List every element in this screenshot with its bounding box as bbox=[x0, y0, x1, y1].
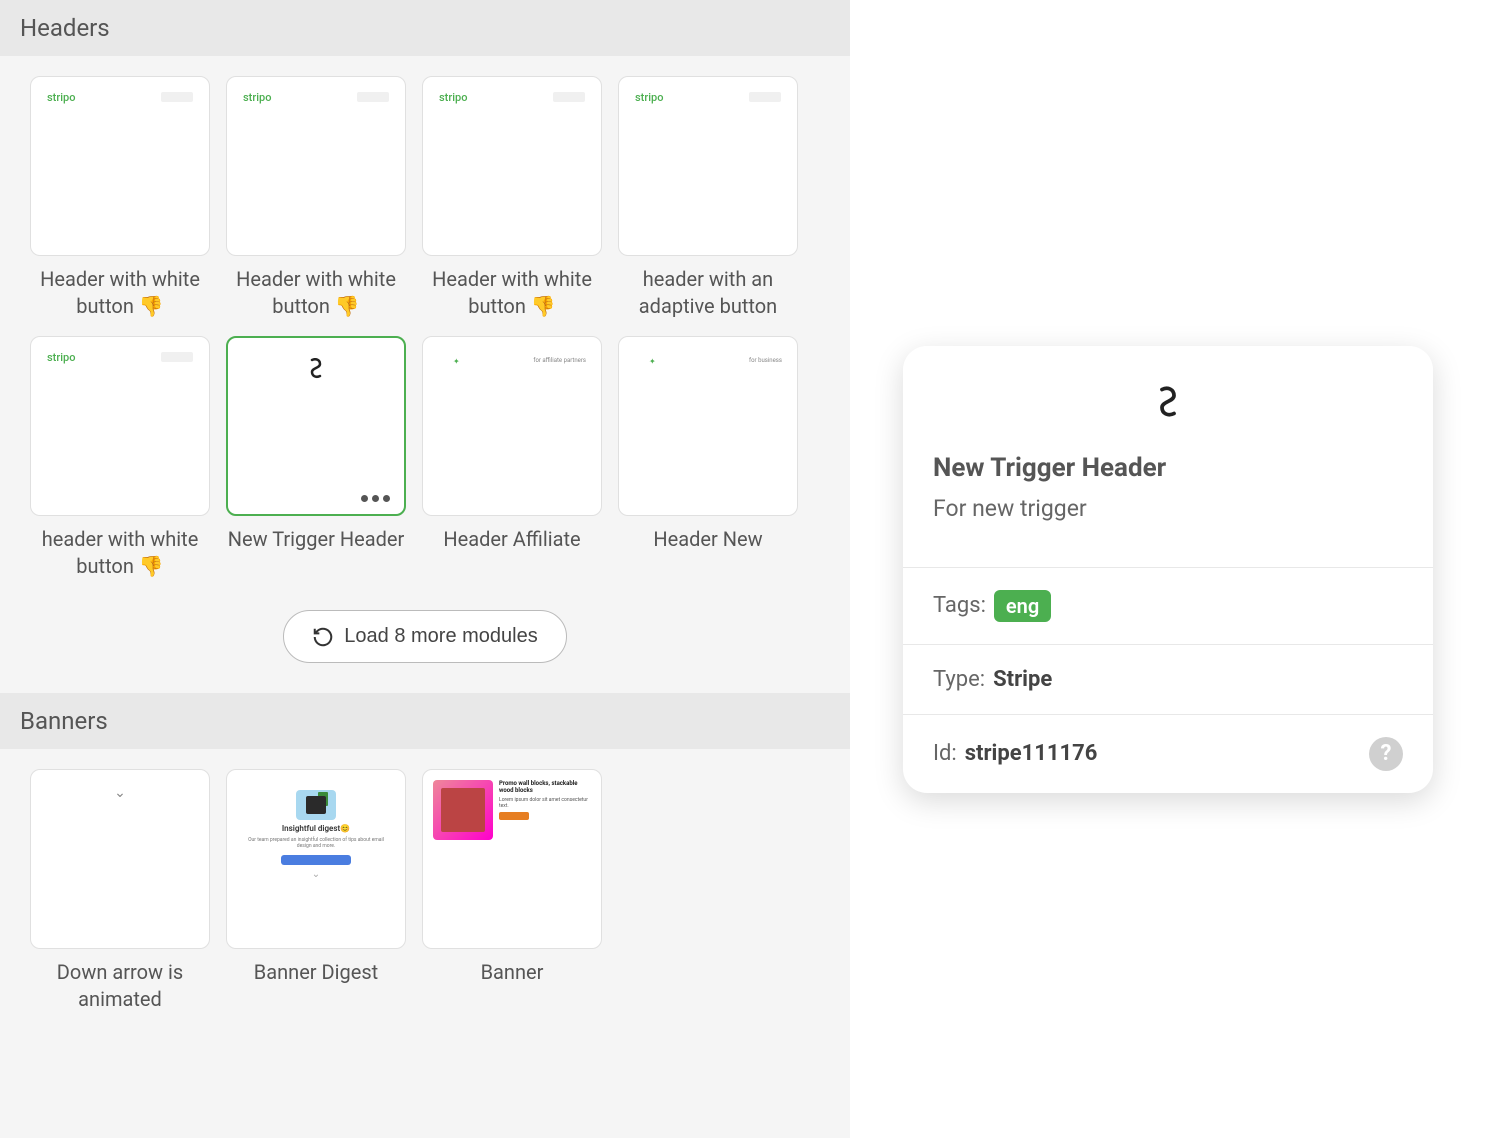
module-thumbnail[interactable]: ✦ for affiliate partners bbox=[422, 336, 602, 516]
module-thumbnail[interactable]: stripo bbox=[30, 336, 210, 516]
banners-grid: ⌄ Down arrow is animated Insightful dige… bbox=[0, 749, 850, 1033]
details-panel: New Trigger Header For new trigger Tags:… bbox=[850, 0, 1486, 1138]
digest-text: Our team prepared an insightful collecti… bbox=[239, 837, 393, 849]
module-thumbnail[interactable]: stripo bbox=[226, 76, 406, 256]
details-title: New Trigger Header bbox=[933, 453, 1403, 483]
module-card: Insightful digest😊 Our team prepared an … bbox=[226, 769, 406, 1013]
banners-section-title: Banners bbox=[0, 693, 850, 749]
module-card: stripo header with an adaptive button bbox=[618, 76, 798, 320]
details-description: For new trigger bbox=[933, 495, 1403, 522]
module-thumbnail[interactable]: stripo bbox=[422, 76, 602, 256]
module-thumbnail[interactable]: ⌄ bbox=[30, 769, 210, 949]
thumb-text: for business bbox=[749, 357, 782, 364]
details-type-row: Type: Stripe bbox=[903, 644, 1433, 714]
stripo-logo-icon: stripo bbox=[47, 351, 75, 364]
module-label: header with an adaptive button bbox=[618, 266, 798, 320]
module-thumbnail[interactable]: Insightful digest😊 Our team prepared an … bbox=[226, 769, 406, 949]
digest-cta bbox=[281, 855, 351, 865]
promo-text: Promo wall blocks, stackable wood blocks… bbox=[499, 780, 591, 938]
stripe-mark-icon bbox=[308, 358, 324, 384]
module-card: ✦ for affiliate partners Header Affiliat… bbox=[422, 336, 602, 580]
details-card: New Trigger Header For new trigger Tags:… bbox=[903, 346, 1433, 793]
load-more-button[interactable]: Load 8 more modules bbox=[283, 610, 566, 663]
module-label: header with white button 👎 bbox=[30, 526, 210, 580]
module-label: Header Affiliate bbox=[443, 526, 580, 553]
promo-cta bbox=[499, 812, 529, 820]
headers-section-title: Headers bbox=[0, 0, 850, 56]
stripe-mark-icon bbox=[1156, 386, 1180, 420]
help-icon[interactable]: ? bbox=[1369, 737, 1403, 771]
stripe-mark-icon: ✦ bbox=[453, 357, 460, 366]
id-label: Id: bbox=[933, 741, 957, 766]
load-more-label: Load 8 more modules bbox=[344, 625, 537, 648]
module-label: Header with white button 👎 bbox=[422, 266, 602, 320]
module-label: Header New bbox=[653, 526, 762, 553]
stripo-logo-icon: stripo bbox=[635, 91, 663, 104]
module-label: Down arrow is animated bbox=[30, 959, 210, 1013]
thumb-text: for affiliate partners bbox=[533, 357, 586, 364]
details-id-row: Id: stripe111176 ? bbox=[903, 714, 1433, 793]
modules-panel[interactable]: Headers stripo Header with white button … bbox=[0, 0, 850, 1138]
module-card: stripo Header with white button 👎 bbox=[30, 76, 210, 320]
thumb-button-placeholder bbox=[161, 92, 193, 102]
reload-icon bbox=[312, 626, 334, 648]
module-card: stripo Header with white button 👎 bbox=[226, 76, 406, 320]
module-thumbnail-selected[interactable] bbox=[226, 336, 406, 516]
module-thumbnail[interactable]: stripo bbox=[30, 76, 210, 256]
headers-grid: stripo Header with white button 👎 stripo… bbox=[0, 56, 850, 600]
stripe-mark-icon: ✦ bbox=[649, 357, 656, 366]
module-thumbnail[interactable]: ✦ for business bbox=[618, 336, 798, 516]
module-card: ✦ for business Header New bbox=[618, 336, 798, 580]
stripo-logo-icon: stripo bbox=[439, 91, 467, 104]
module-card: Promo wall blocks, stackable wood blocks… bbox=[422, 769, 602, 1013]
module-card: New Trigger Header bbox=[226, 336, 406, 580]
thumb-button-placeholder bbox=[553, 92, 585, 102]
id-value: stripe111176 bbox=[965, 741, 1098, 766]
thumb-button-placeholder bbox=[357, 92, 389, 102]
stripo-logo-icon: stripo bbox=[47, 91, 75, 104]
chevron-down-icon: ⌄ bbox=[312, 869, 320, 880]
module-card: stripo header with white button 👎 bbox=[30, 336, 210, 580]
module-card: stripo Header with white button 👎 bbox=[422, 76, 602, 320]
chevron-down-icon: ⌄ bbox=[114, 785, 126, 801]
module-label: Header with white button 👎 bbox=[226, 266, 406, 320]
module-label: Header with white button 👎 bbox=[30, 266, 210, 320]
module-label: Banner Digest bbox=[254, 959, 378, 986]
module-label: Banner bbox=[481, 959, 544, 986]
module-thumbnail[interactable]: Promo wall blocks, stackable wood blocks… bbox=[422, 769, 602, 949]
thumb-button-placeholder bbox=[161, 352, 193, 362]
digest-title: Insightful digest😊 bbox=[282, 824, 350, 833]
module-label: New Trigger Header bbox=[228, 526, 405, 553]
mailbox-icon bbox=[296, 790, 336, 820]
details-preview bbox=[903, 346, 1433, 441]
type-value: Stripe bbox=[993, 667, 1052, 692]
more-options-icon[interactable] bbox=[361, 495, 390, 502]
stripo-logo-icon: stripo bbox=[243, 91, 271, 104]
module-card: ⌄ Down arrow is animated bbox=[30, 769, 210, 1013]
tag-badge[interactable]: eng bbox=[994, 590, 1051, 622]
tags-label: Tags: bbox=[933, 593, 986, 618]
module-thumbnail[interactable]: stripo bbox=[618, 76, 798, 256]
promo-image bbox=[433, 780, 493, 840]
thumb-button-placeholder bbox=[749, 92, 781, 102]
type-label: Type: bbox=[933, 667, 985, 692]
details-tags-row: Tags: eng bbox=[903, 567, 1433, 644]
